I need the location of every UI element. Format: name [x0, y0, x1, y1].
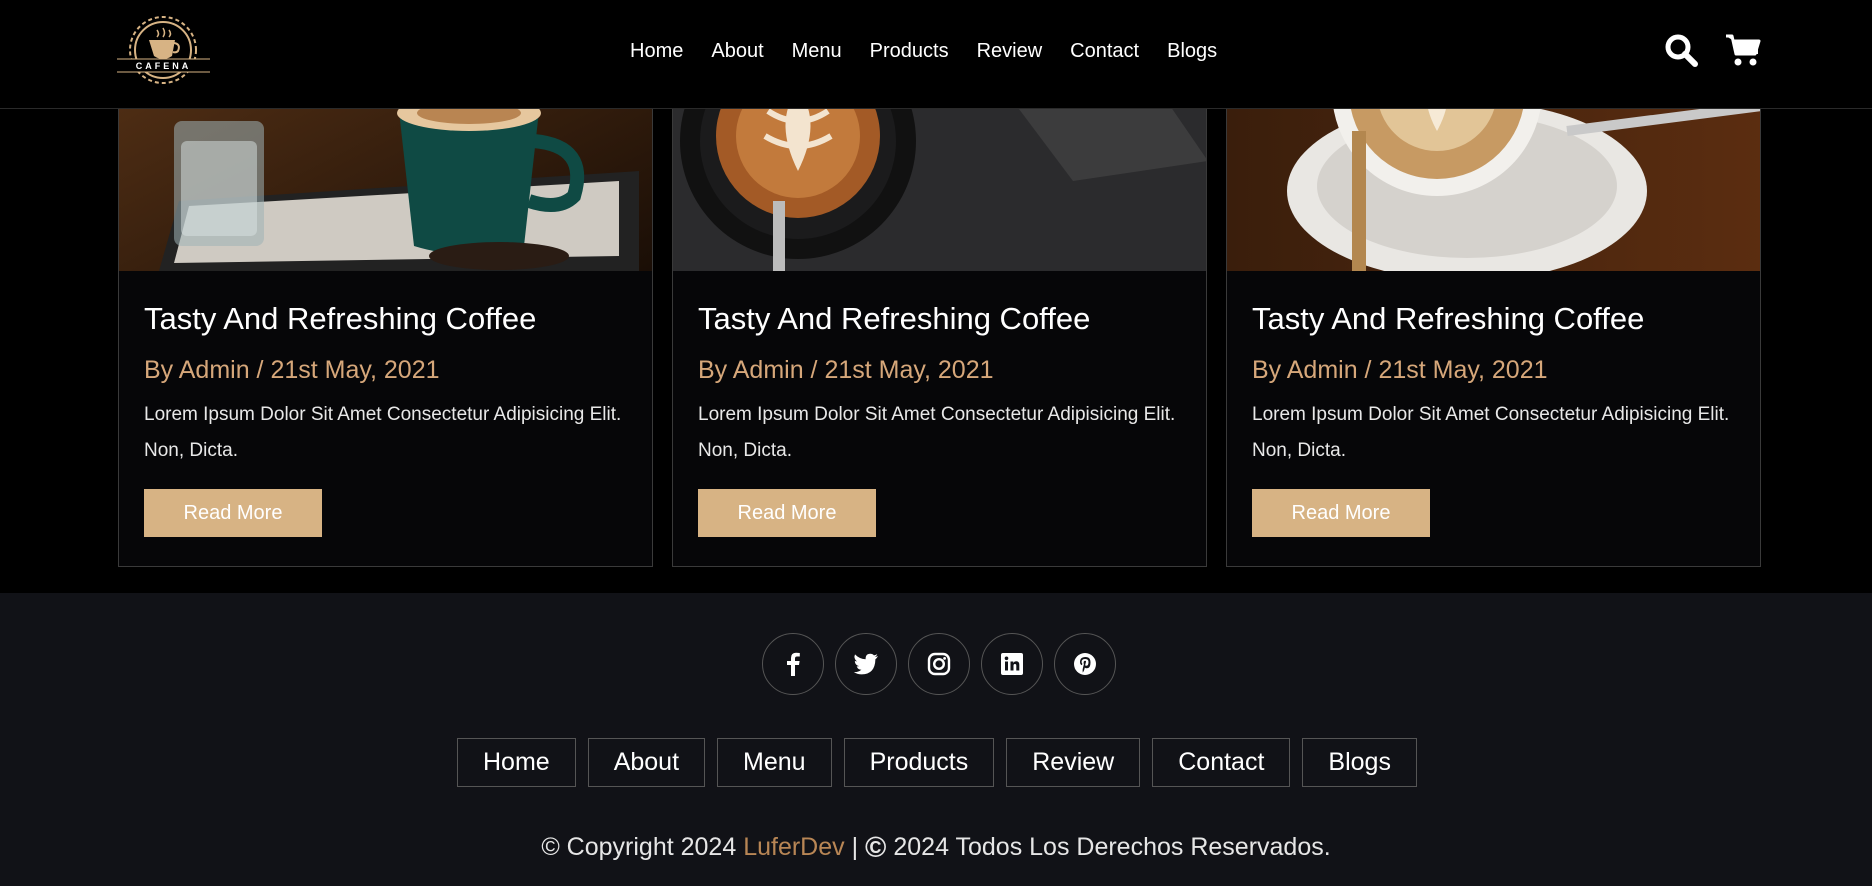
nav-menu[interactable]: Menu	[792, 38, 842, 64]
blog-card-title: Tasty And Refreshing Coffee	[1252, 301, 1645, 336]
nav-blogs[interactable]: Blogs	[1167, 38, 1217, 64]
copyright-symbol: ©	[865, 832, 887, 864]
nav-about[interactable]: About	[711, 38, 763, 64]
cafena-logo[interactable]: CAFENA	[117, 10, 210, 88]
blog-card-meta: By Admin / 21st May, 2021	[144, 356, 440, 384]
copyright: © Copyright 2024 LuferDev | © 2024 Todos…	[0, 831, 1872, 864]
cart-icon[interactable]	[1725, 32, 1761, 68]
site-footer: Home About Menu Products Review Contact …	[0, 593, 1872, 886]
nav-home[interactable]: Home	[630, 38, 683, 64]
pinterest-icon[interactable]	[1054, 633, 1116, 695]
site-header: CAFENA Home About Menu Products Review C…	[0, 0, 1872, 109]
read-more-button[interactable]: Read More	[1252, 489, 1430, 537]
instagram-icon[interactable]	[908, 633, 970, 695]
blog-card-title: Tasty And Refreshing Coffee	[698, 301, 1091, 336]
main-nav: Home About Menu Products Review Contact …	[630, 38, 1217, 64]
footer-nav-home[interactable]: Home	[457, 738, 576, 787]
footer-nav-contact[interactable]: Contact	[1152, 738, 1291, 787]
brand-link[interactable]: LuferDev	[743, 833, 844, 861]
footer-nav: Home About Menu Products Review Contact …	[457, 738, 1417, 787]
facebook-icon[interactable]	[762, 633, 824, 695]
blog-card-text: Lorem Ipsum Dolor Sit Amet Consectetur A…	[1252, 404, 1730, 461]
logo-text: CAFENA	[136, 61, 192, 71]
search-icon[interactable]	[1663, 32, 1699, 68]
footer-nav-review[interactable]: Review	[1006, 738, 1141, 787]
blog-card-text: Lorem Ipsum Dolor Sit Amet Consectetur A…	[144, 404, 622, 461]
copyright-rights: 2024 Todos Los Derechos Reservados.	[893, 833, 1331, 861]
read-more-button[interactable]: Read More	[698, 489, 876, 537]
blog-card-body: Tasty And Refreshing Coffee By Admin / 2…	[698, 291, 1188, 537]
header-actions	[1663, 32, 1761, 68]
copyright-prefix: © Copyright 2024	[541, 833, 737, 861]
blog-card-text: Lorem Ipsum Dolor Sit Amet Consectetur A…	[698, 404, 1176, 461]
blog-card-title: Tasty And Refreshing Coffee	[144, 301, 537, 336]
blog-card-body: Tasty And Refreshing Coffee By Admin / 2…	[1252, 291, 1742, 537]
nav-review[interactable]: Review	[977, 38, 1043, 64]
linkedin-icon[interactable]	[981, 633, 1043, 695]
nav-products[interactable]: Products	[870, 38, 949, 64]
blog-card-body: Tasty And Refreshing Coffee By Admin / 2…	[144, 291, 634, 537]
footer-nav-products[interactable]: Products	[843, 738, 995, 787]
footer-nav-about[interactable]: About	[587, 738, 706, 787]
footer-nav-blogs[interactable]: Blogs	[1302, 738, 1417, 787]
blog-card-meta: By Admin / 21st May, 2021	[698, 356, 994, 384]
nav-contact[interactable]: Contact	[1070, 38, 1139, 64]
blog-card-meta: By Admin / 21st May, 2021	[1252, 356, 1548, 384]
footer-nav-menu[interactable]: Menu	[717, 738, 832, 787]
read-more-button[interactable]: Read More	[144, 489, 322, 537]
social-links	[762, 633, 1116, 695]
copyright-separator: |	[851, 833, 859, 861]
twitter-icon[interactable]	[835, 633, 897, 695]
